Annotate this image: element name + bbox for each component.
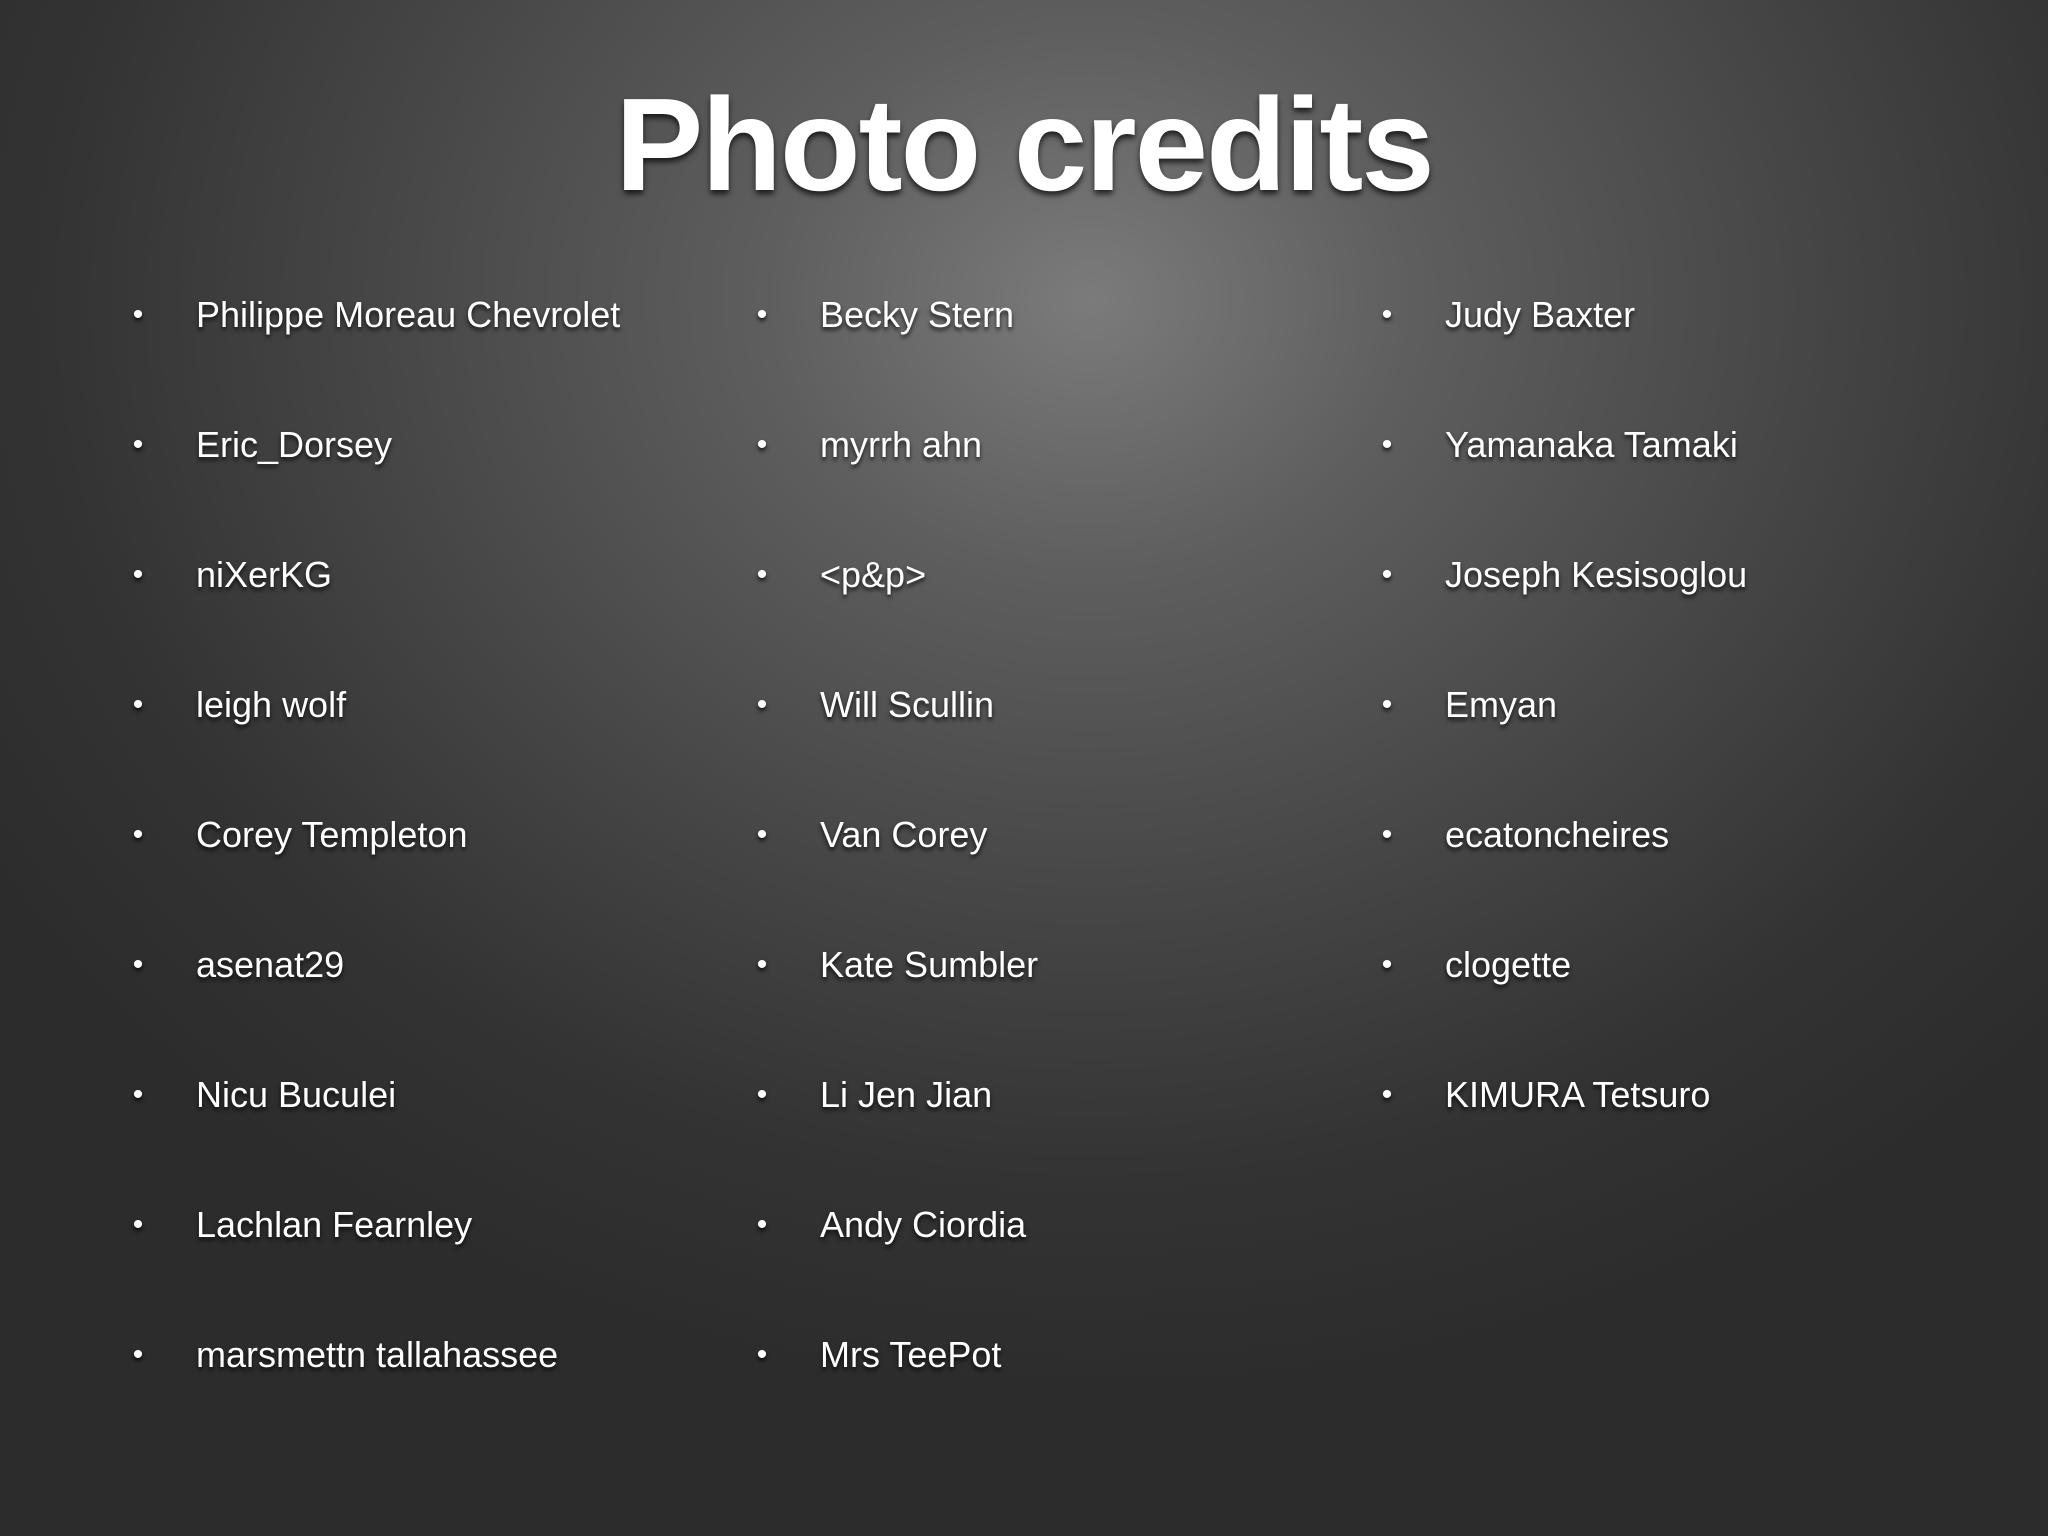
credit-name: ecatoncheires <box>1445 814 1670 855</box>
credit-name: Joseph Kesisoglou <box>1445 554 1748 595</box>
credit-name: Lachlan Fearnley <box>196 1204 473 1245</box>
credit-name: Andy Ciordia <box>820 1204 1027 1245</box>
bullet-icon: • <box>132 1208 144 1241</box>
slide-title: Photo credits <box>615 71 1434 218</box>
bullet-icon: • <box>756 1078 768 1111</box>
bullet-icon: • <box>132 298 144 331</box>
bullet-icon: • <box>756 558 768 591</box>
credit-name: <p&p> <box>820 554 927 595</box>
credit-name: Li Jen Jian <box>820 1074 993 1115</box>
credit-name: myrrh ahn <box>820 424 983 465</box>
bullet-icon: • <box>756 1208 768 1241</box>
credit-name: marsmettn tallahassee <box>196 1334 559 1375</box>
bullet-icon: • <box>1381 298 1393 331</box>
credit-name: niXerKG <box>196 554 333 595</box>
bullet-icon: • <box>756 948 768 981</box>
credit-name: Emyan <box>1445 684 1558 725</box>
bullet-icon: • <box>132 1078 144 1111</box>
credit-name: Becky Stern <box>820 294 1015 335</box>
bullet-icon: • <box>1381 1078 1393 1111</box>
bullet-icon: • <box>132 558 144 591</box>
bullet-icon: • <box>756 1338 768 1371</box>
bullet-icon: • <box>756 428 768 461</box>
credit-name: Corey Templeton <box>196 814 468 855</box>
credit-name: Kate Sumbler <box>820 944 1039 985</box>
credit-name: asenat29 <box>196 944 345 985</box>
credit-name: clogette <box>1445 944 1572 985</box>
credit-name: Nicu Buculei <box>196 1074 397 1115</box>
bullet-icon: • <box>756 688 768 721</box>
credit-name: leigh wolf <box>196 684 347 725</box>
bullet-icon: • <box>1381 818 1393 851</box>
bullet-icon: • <box>1381 688 1393 721</box>
bullet-icon: • <box>756 818 768 851</box>
credit-name: Eric_Dorsey <box>196 424 393 465</box>
credit-name: Will Scullin <box>820 684 995 725</box>
credit-name: Yamanaka Tamaki <box>1445 424 1738 465</box>
bullet-icon: • <box>1381 428 1393 461</box>
bullet-icon: • <box>132 818 144 851</box>
bullet-icon: • <box>132 688 144 721</box>
credit-name: Mrs TeePot <box>820 1334 1002 1375</box>
bullet-icon: • <box>132 1338 144 1371</box>
bullet-icon: • <box>1381 948 1393 981</box>
bullet-icon: • <box>756 298 768 331</box>
credit-name: Van Corey <box>820 814 988 855</box>
credit-name: KIMURA Tetsuro <box>1445 1074 1711 1115</box>
bullet-icon: • <box>1381 558 1393 591</box>
slide: Photo credits • Philippe Moreau Chevrolet… <box>0 0 2048 1536</box>
credit-name: Judy Baxter <box>1445 294 1636 335</box>
credit-name: Philippe Moreau Chevrolet <box>196 294 621 335</box>
bullet-icon: • <box>132 948 144 981</box>
bullet-icon: • <box>132 428 144 461</box>
